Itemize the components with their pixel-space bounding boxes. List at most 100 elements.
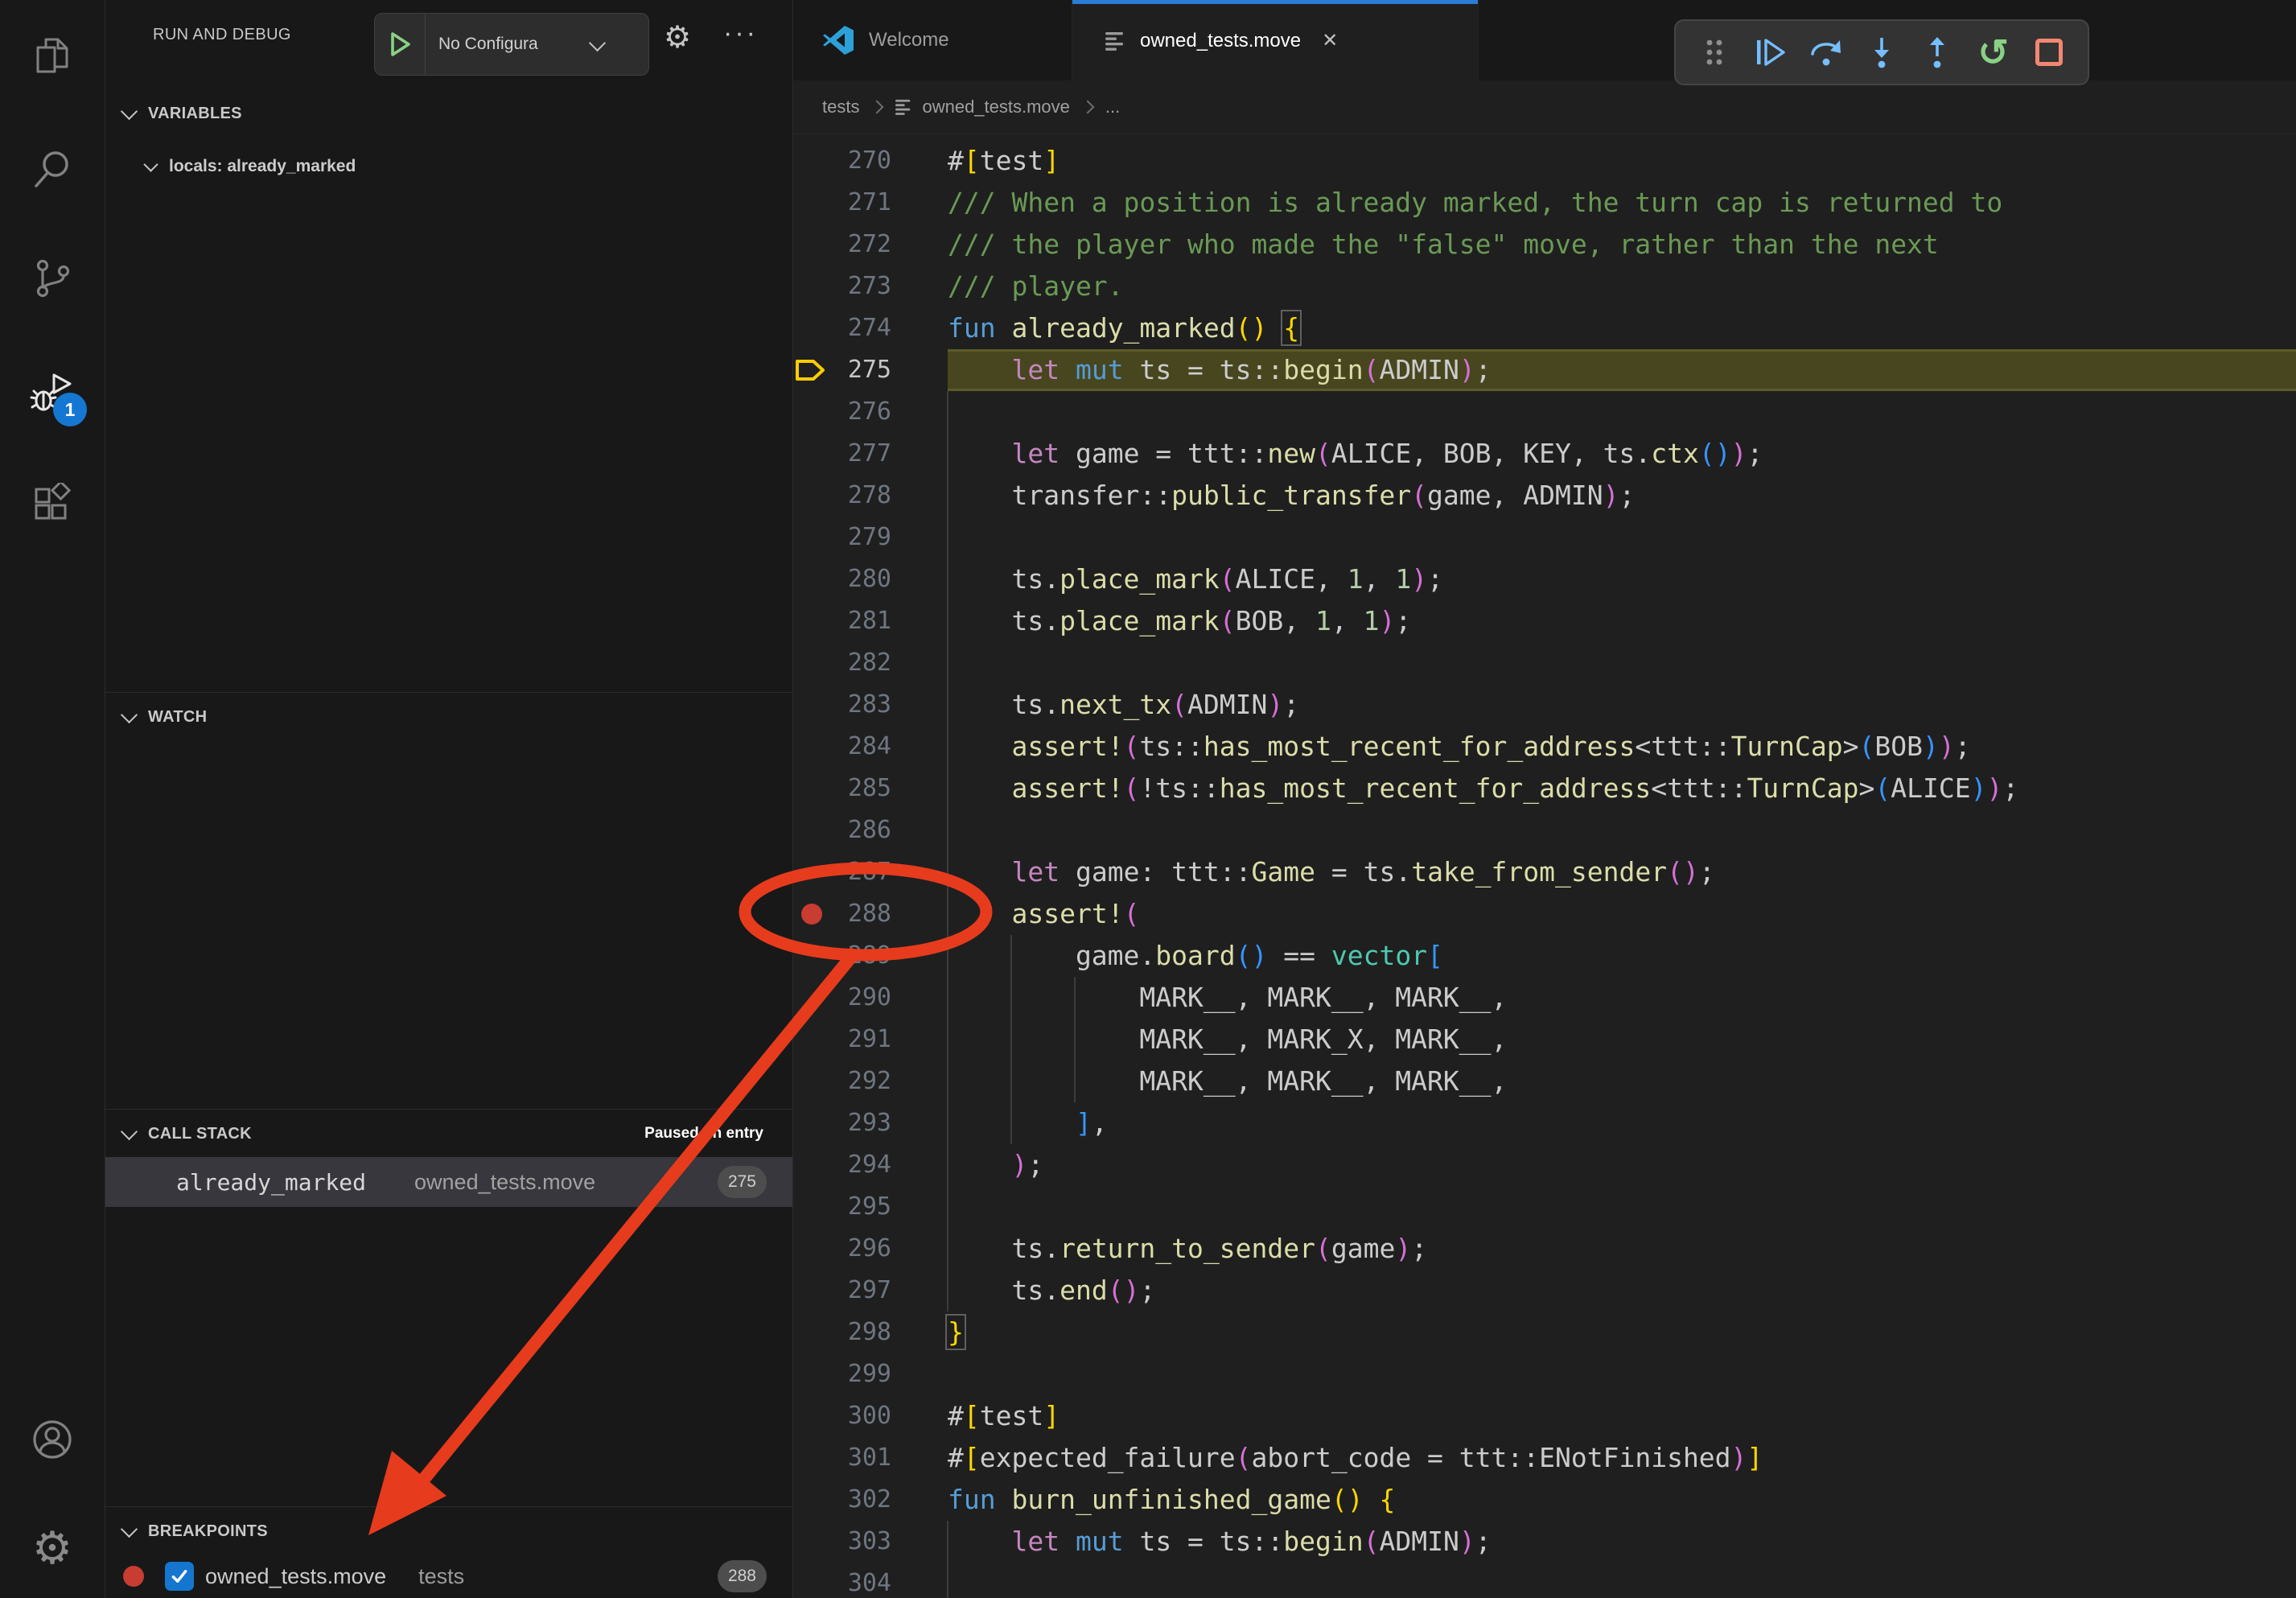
breakpoint-gutter[interactable] <box>793 1186 830 1228</box>
breadcrumb-item[interactable]: ... <box>1105 97 1120 117</box>
close-icon[interactable]: ✕ <box>1322 29 1338 52</box>
vscode-window: 1 ⚙ RUN AND DEBUG No Confi <box>0 0 2296 1598</box>
line-number: 278 <box>830 475 891 517</box>
line-number: 277 <box>830 433 891 475</box>
breakpoint-gutter[interactable] <box>793 1395 830 1437</box>
breakpoint-gutter[interactable] <box>793 1228 830 1270</box>
run-and-debug-icon[interactable]: 1 <box>0 354 105 431</box>
git-branch-icon <box>31 257 73 299</box>
breakpoint-gutter[interactable] <box>793 726 830 768</box>
code-text: } <box>948 1312 964 1353</box>
line-number: 286 <box>830 809 891 851</box>
breakpoint-gutter[interactable] <box>793 475 830 517</box>
breakpoint-gutter[interactable] <box>793 517 830 558</box>
call-stack-frame-row[interactable]: already_marked owned_tests.move 275 <box>105 1157 792 1207</box>
variables-scope-row[interactable]: locals: already_marked <box>105 143 792 190</box>
extensions-squares-icon <box>31 483 73 525</box>
breakpoint-gutter[interactable] <box>793 1521 830 1563</box>
debug-current-line-icon <box>794 358 829 382</box>
breakpoint-gutter[interactable] <box>793 851 830 893</box>
code-line-272: 272/// the player who made the "false" m… <box>793 224 2296 266</box>
breadcrumb-item[interactable]: owned_tests.move <box>922 97 1069 117</box>
move-file-icon <box>1105 31 1125 51</box>
tab-welcome[interactable]: Welcome <box>793 0 1072 80</box>
step-over-button[interactable] <box>1804 30 1849 75</box>
breakpoint-gutter[interactable] <box>793 600 830 642</box>
line-number: 290 <box>830 977 891 1019</box>
debug-config-dropdown[interactable]: No Configura <box>374 13 649 76</box>
search-icon[interactable] <box>0 130 105 207</box>
code-text: ], <box>948 1102 1108 1144</box>
breakpoint-gutter[interactable] <box>793 140 830 182</box>
breakpoint-gutter[interactable] <box>793 768 830 809</box>
explorer-icon[interactable] <box>0 19 105 96</box>
step-into-button[interactable] <box>1859 30 1904 75</box>
breakpoint-gutter[interactable] <box>793 1102 830 1144</box>
code-line-274: 274fun already_marked() { <box>793 307 2296 349</box>
breadcrumb-item[interactable]: tests <box>822 97 859 117</box>
chevron-down-icon <box>589 34 606 51</box>
breakpoint-dot-icon <box>801 904 822 925</box>
code-text: let game: ttt::Game = ts.take_from_sende… <box>948 851 1715 893</box>
paused-status: Paused on entry <box>644 1125 763 1143</box>
line-number: 280 <box>830 558 891 600</box>
breakpoint-gutter[interactable] <box>793 182 830 224</box>
breakpoint-checkbox[interactable] <box>165 1562 194 1591</box>
continue-button[interactable] <box>1747 30 1792 75</box>
breakpoint-gutter[interactable] <box>793 893 830 935</box>
breakpoint-gutter[interactable] <box>793 809 830 851</box>
code-text: ts.place_mark(ALICE, 1, 1); <box>948 558 1443 600</box>
breakpoint-gutter[interactable] <box>793 935 830 977</box>
breakpoint-gutter[interactable] <box>793 391 830 433</box>
variables-section-header[interactable]: VARIABLES <box>105 90 792 137</box>
breakpoint-gutter[interactable] <box>793 558 830 600</box>
debug-settings-gear-icon[interactable]: ⚙ <box>664 19 691 56</box>
breakpoint-gutter[interactable] <box>793 1563 830 1598</box>
breakpoint-gutter[interactable] <box>793 1144 830 1186</box>
breakpoint-gutter[interactable] <box>793 977 830 1019</box>
breakpoint-gutter[interactable] <box>793 1019 830 1061</box>
accounts-icon[interactable] <box>0 1401 105 1478</box>
code-editor[interactable]: 270#[test]271/// When a position is alre… <box>793 140 2296 1598</box>
breakpoint-gutter[interactable] <box>793 433 830 475</box>
code-text: ts.return_to_sender(game); <box>948 1228 1427 1270</box>
extensions-icon[interactable] <box>0 465 105 542</box>
section-divider <box>105 1506 792 1507</box>
call-stack-section-header[interactable]: CALL STACK Paused on entry <box>105 1110 792 1157</box>
code-text: /// player. <box>948 266 1124 307</box>
watch-section-header[interactable]: WATCH <box>105 694 792 740</box>
breakpoint-gutter[interactable] <box>793 1437 830 1479</box>
breakpoint-gutter[interactable] <box>793 684 830 726</box>
code-text: MARK__, MARK__, MARK__, <box>948 1061 1507 1102</box>
breakpoints-section-header[interactable]: BREAKPOINTS <box>105 1508 792 1555</box>
tab-owned-tests-move[interactable]: owned_tests.move ✕ <box>1072 0 1479 81</box>
source-control-icon[interactable] <box>0 240 105 317</box>
line-number: 275 <box>830 349 891 391</box>
code-line-297: 297 ts.end(); <box>793 1270 2296 1312</box>
restart-button[interactable]: ↺ <box>1971 30 2016 75</box>
breakpoint-gutter[interactable] <box>793 349 830 391</box>
breakpoint-gutter[interactable] <box>793 1061 830 1102</box>
code-text: let game = ttt::new(ALICE, BOB, KEY, ts.… <box>948 433 1763 475</box>
breakpoint-gutter[interactable] <box>793 1312 830 1353</box>
breakpoint-gutter[interactable] <box>793 642 830 684</box>
breakpoint-gutter[interactable] <box>793 307 830 349</box>
breakpoint-gutter[interactable] <box>793 266 830 307</box>
breakpoint-gutter[interactable] <box>793 1479 830 1521</box>
breakpoint-gutter[interactable] <box>793 1353 830 1395</box>
breakpoint-list-item[interactable]: owned_tests.move tests 288 <box>105 1555 792 1598</box>
toolbar-drag-grip[interactable] <box>1692 30 1737 75</box>
breakpoint-gutter[interactable] <box>793 224 830 266</box>
breakpoint-gutter[interactable] <box>793 1270 830 1312</box>
code-line-291: 291 MARK__, MARK_X, MARK__, <box>793 1019 2296 1061</box>
line-number: 287 <box>830 851 891 893</box>
code-line-275: 275 let mut ts = ts::begin(ADMIN); <box>793 349 2296 391</box>
more-actions-icon[interactable]: ··· <box>723 18 758 49</box>
code-line-302: 302fun burn_unfinished_game() { <box>793 1479 2296 1521</box>
stop-button[interactable] <box>2026 30 2072 75</box>
line-number: 282 <box>830 642 891 684</box>
settings-gear-icon[interactable]: ⚙ <box>0 1509 105 1587</box>
start-debug-button[interactable] <box>375 14 426 75</box>
step-out-button[interactable] <box>1915 30 1960 75</box>
tab-label: owned_tests.move <box>1140 30 1301 52</box>
